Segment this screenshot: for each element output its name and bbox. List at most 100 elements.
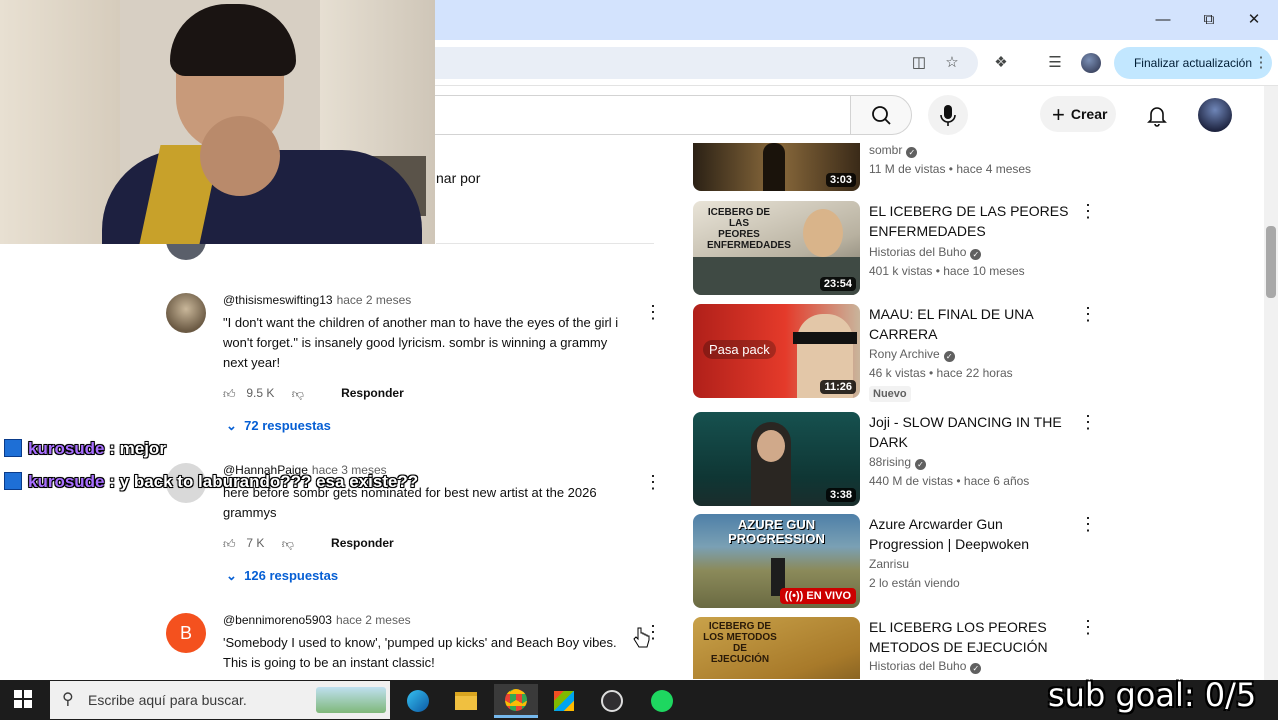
chat-message: kurosude : mejor	[4, 439, 166, 459]
taskbar-app-obs[interactable]	[590, 684, 634, 718]
dislike-icon[interactable]: 👎︎	[292, 382, 312, 406]
comment-time: hace 2 meses	[335, 613, 411, 627]
video-title[interactable]: Joji - SLOW DANCING IN THE DARK	[869, 412, 1069, 452]
video-title[interactable]: MAAU: EL FINAL DE UNA CARRERA	[869, 304, 1069, 344]
video-channel[interactable]: 88rising ✓	[869, 455, 927, 470]
media-controls-icon[interactable]: ☰	[1044, 52, 1066, 74]
comment-author: @bennimoreno5903 hace 2 meses	[223, 613, 411, 627]
comment-item: @thisismeswifting13 hace 2 meses ⋮ "I don…	[166, 293, 662, 443]
related-video[interactable]: AZURE GUN PROGRESSION ((•)) EN VIVO Azur…	[693, 514, 1097, 614]
channel-name: Zanrisu	[869, 557, 910, 571]
video-thumbnail[interactable]: AZURE GUN PROGRESSION ((•)) EN VIVO	[693, 514, 860, 608]
avatar[interactable]: B	[166, 613, 206, 653]
spotify-icon	[651, 690, 673, 712]
windows-start-icon[interactable]	[14, 690, 32, 708]
taskbar-search-placeholder: Escribe aquí para buscar.	[88, 692, 247, 708]
video-channel[interactable]: Historias del Buho ✓	[869, 659, 982, 674]
related-video[interactable]: Pasa pack 11:26 MAAU: EL FINAL DE UNA CA…	[693, 304, 1097, 404]
restore-icon[interactable]: ⧉	[1196, 8, 1222, 32]
comment-menu-icon[interactable]: ⋮	[644, 303, 662, 321]
scrollbar-thumb[interactable]	[1266, 226, 1276, 298]
bookmark-star-icon[interactable]: ☆	[941, 52, 963, 74]
search-button[interactable]	[850, 95, 912, 135]
video-thumbnail[interactable]: 3:03	[693, 143, 860, 191]
account-avatar[interactable]	[1198, 98, 1232, 132]
plus-icon: +	[1052, 102, 1065, 127]
screen: — ⧉ ✕ ◫ ☆ ❖ ☰ Finalizar actualización ⋮ …	[0, 0, 1278, 720]
thumbnail-text: Pasa pack	[703, 340, 776, 359]
view-replies-button[interactable]: ⌄ 72 respuestas	[226, 418, 331, 434]
channel-name: sombr	[869, 143, 903, 157]
taskbar-search-input[interactable]: ⚲ Escribe aquí para buscar.	[50, 681, 390, 719]
video-menu-icon[interactable]: ⋮	[1079, 617, 1093, 637]
video-channel[interactable]: Rony Archive ✓	[869, 347, 955, 362]
video-channel[interactable]: Zanrisu	[869, 557, 909, 571]
reply-button[interactable]: Responder	[341, 386, 404, 400]
comment-text: 'Somebody I used to know', 'pumped up ki…	[223, 635, 617, 670]
video-channel[interactable]: Historias del Buho ✓	[869, 245, 982, 260]
video-thumbnail[interactable]: Pasa pack 11:26	[693, 304, 860, 398]
like-icon[interactable]: 👍︎	[223, 532, 243, 556]
video-thumbnail[interactable]: 3:38	[693, 412, 860, 506]
voice-search-button[interactable]	[928, 95, 968, 135]
comment-item: B @bennimoreno5903 hace 2 meses ⋮ 'Somebo…	[166, 613, 662, 675]
taskbar-app-spotify[interactable]	[640, 684, 684, 718]
edge-icon	[407, 690, 429, 712]
video-title[interactable]: Azure Arcwarder Gun Progression | Deepwo…	[869, 514, 1069, 554]
thumbnail-face	[757, 430, 785, 462]
taskbar-app-store[interactable]	[542, 684, 586, 718]
taskbar-app-chrome[interactable]	[494, 684, 538, 718]
minimize-icon[interactable]: —	[1150, 8, 1176, 32]
like-count: 7 K	[246, 536, 265, 550]
video-menu-icon[interactable]: ⋮	[1079, 201, 1097, 221]
video-duration: 3:03	[825, 173, 856, 187]
video-duration: 3:38	[825, 488, 856, 502]
chat-text: : mejor	[104, 439, 166, 458]
dislike-icon[interactable]: 👎︎	[282, 532, 302, 556]
search-input[interactable]	[380, 95, 850, 135]
taskbar-app-edge[interactable]	[396, 684, 440, 718]
live-icon: ((•))	[784, 590, 804, 602]
taskbar-app-explorer[interactable]	[444, 684, 488, 718]
like-icon[interactable]: 👍︎	[223, 382, 243, 406]
related-video[interactable]: ICEBERG DE LOS METODOS DE EJECUCIÓN EL I…	[693, 617, 1093, 679]
comment-menu-icon[interactable]: ⋮	[644, 473, 662, 491]
chevron-down-icon: ⌄	[226, 418, 237, 433]
page-scrollbar[interactable]	[1264, 86, 1278, 680]
video-title[interactable]: EL ICEBERG DE LAS PEORES ENFERMEDADES	[869, 201, 1069, 241]
video-menu-icon[interactable]: ⋮	[1079, 514, 1097, 534]
comment-handle[interactable]: @thisismeswifting13	[223, 293, 333, 307]
related-video[interactable]: 3:38 Joji - SLOW DANCING IN THE DARK 88r…	[693, 412, 1097, 512]
sort-comments-label[interactable]: nar por	[436, 170, 480, 186]
channel-name: Rony Archive	[869, 347, 940, 361]
install-app-icon[interactable]: ◫	[908, 52, 930, 74]
microphone-icon	[940, 105, 956, 126]
notifications-button[interactable]	[1143, 101, 1171, 129]
update-button[interactable]: Finalizar actualización	[1114, 47, 1272, 79]
menu-icon[interactable]: ⋮	[1250, 52, 1272, 74]
replies-count: 72 respuestas	[244, 418, 331, 433]
comment-time: hace 2 meses	[336, 293, 412, 307]
video-title[interactable]: EL ICEBERG LOS PEORES METODOS DE EJECUCI…	[869, 617, 1069, 657]
webcam-person-hand	[200, 116, 280, 196]
thumbnail-text: ICEBERG DE LOS METODOS DE EJECUCIÓN	[703, 621, 777, 665]
comment-handle[interactable]: @bennimoreno5903	[223, 613, 332, 627]
channel-name: 88rising	[869, 455, 912, 469]
hand-cursor-icon	[633, 627, 650, 648]
video-menu-icon[interactable]: ⋮	[1079, 412, 1097, 432]
related-video[interactable]: ICEBERG DE LAS PEORES ENFERMEDADES 23:54…	[693, 201, 1097, 301]
avatar[interactable]	[166, 293, 206, 333]
webcam-person-hair	[170, 4, 296, 76]
reply-button[interactable]: Responder	[331, 536, 394, 550]
replies-count: 126 respuestas	[244, 568, 339, 583]
video-thumbnail[interactable]: ICEBERG DE LAS PEORES ENFERMEDADES 23:54	[693, 201, 860, 295]
video-thumbnail[interactable]: ICEBERG DE LOS METODOS DE EJECUCIÓN	[693, 617, 860, 679]
close-icon[interactable]: ✕	[1241, 8, 1267, 32]
view-replies-button[interactable]: ⌄ 126 respuestas	[226, 568, 338, 584]
create-button[interactable]: + Crear	[1040, 96, 1116, 132]
profile-avatar[interactable]	[1081, 53, 1101, 73]
video-channel[interactable]: sombr ✓	[869, 143, 918, 158]
address-bar[interactable]	[380, 47, 978, 79]
video-menu-icon[interactable]: ⋮	[1079, 304, 1097, 324]
extensions-icon[interactable]: ❖	[990, 52, 1012, 74]
